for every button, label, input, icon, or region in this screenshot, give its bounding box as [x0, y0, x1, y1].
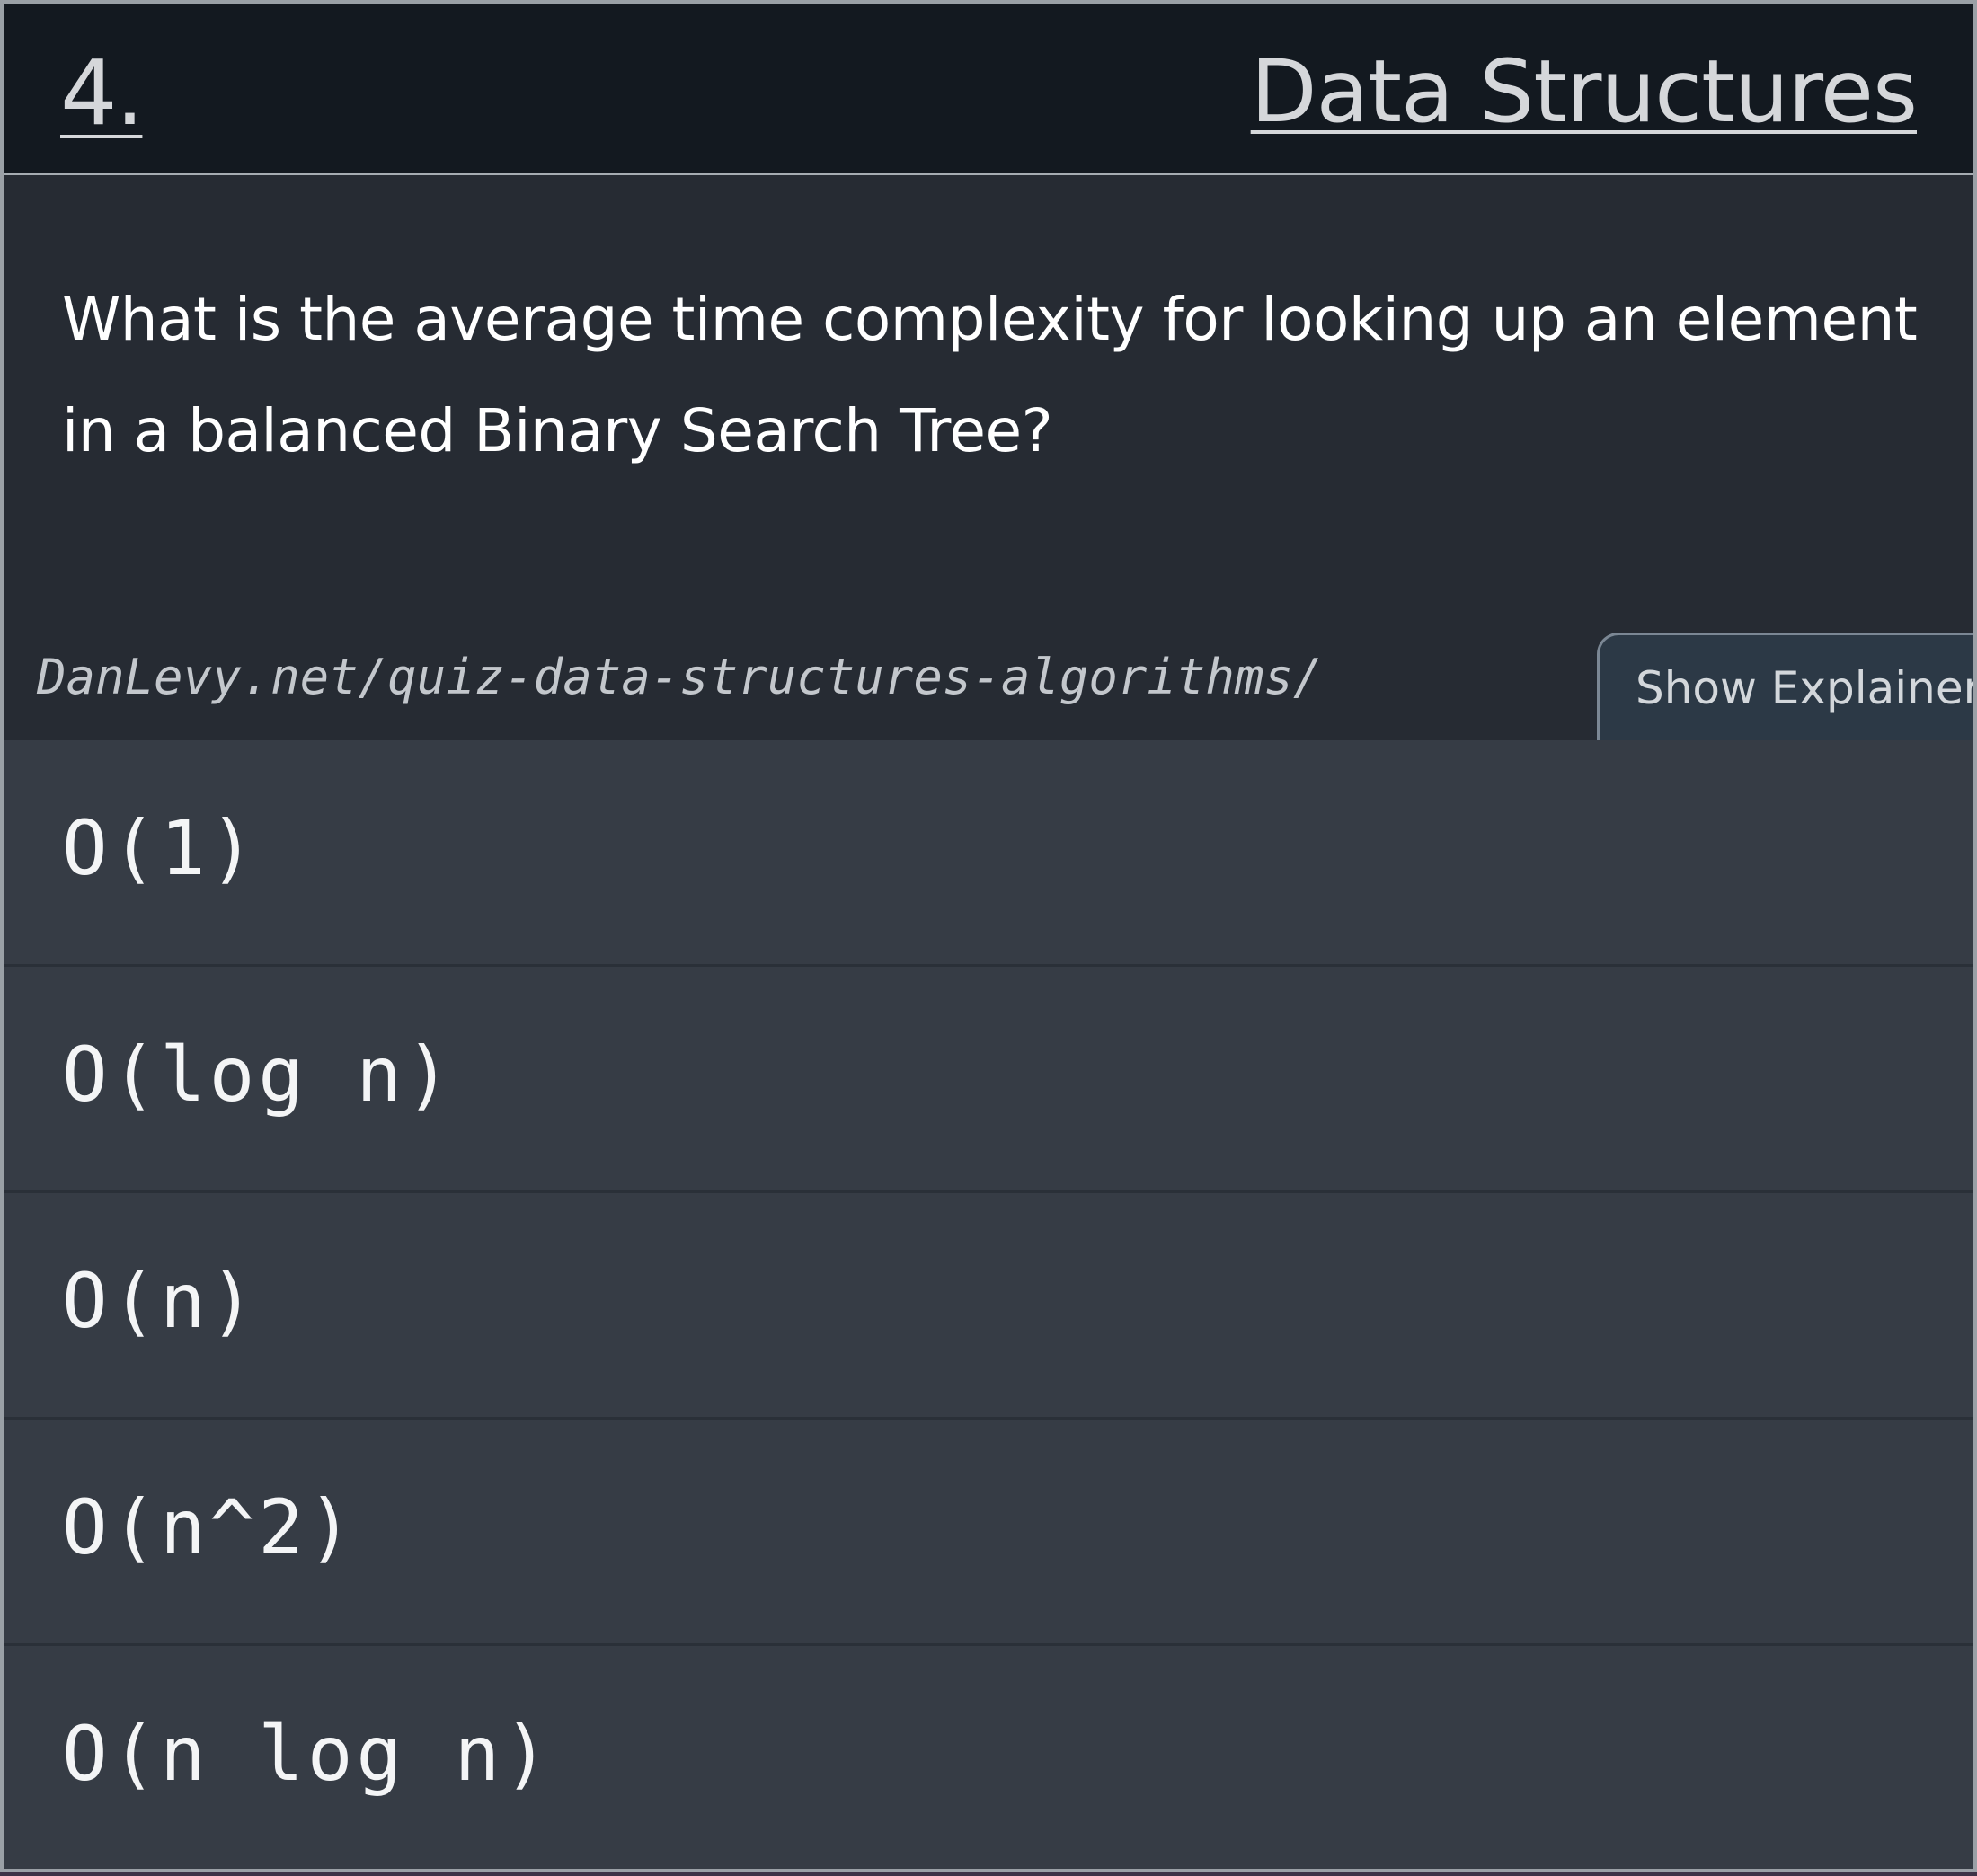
answer-option-label: O(n): [62, 1257, 259, 1345]
source-url: DanLevy.net/quiz-data-structures-algorit…: [37, 649, 1323, 705]
show-explainer-button[interactable]: Show Explainer: [1597, 633, 1973, 745]
answer-option-label: O(n^2): [62, 1483, 357, 1571]
answer-option-label: O(log n): [62, 1031, 455, 1119]
answer-option[interactable]: O(n log n): [4, 1646, 1973, 1869]
answer-option[interactable]: O(1): [4, 740, 1973, 967]
answer-option-label: O(n log n): [62, 1710, 553, 1798]
quiz-header: 4. Data Structures: [4, 4, 1973, 175]
question-number-link[interactable]: 4.: [60, 49, 144, 138]
quiz-card: 4. Data Structures What is the average t…: [0, 0, 1977, 1872]
category-link[interactable]: Data Structures: [1251, 44, 1918, 140]
answer-option[interactable]: O(n^2): [4, 1420, 1973, 1646]
question-text: What is the average time complexity for …: [62, 285, 1918, 465]
answer-option[interactable]: O(log n): [4, 967, 1973, 1193]
answer-options: O(1) O(log n) O(n) O(n^2) O(n log n): [4, 740, 1973, 1869]
answer-option-label: O(1): [62, 804, 259, 892]
answer-option[interactable]: O(n): [4, 1193, 1973, 1420]
